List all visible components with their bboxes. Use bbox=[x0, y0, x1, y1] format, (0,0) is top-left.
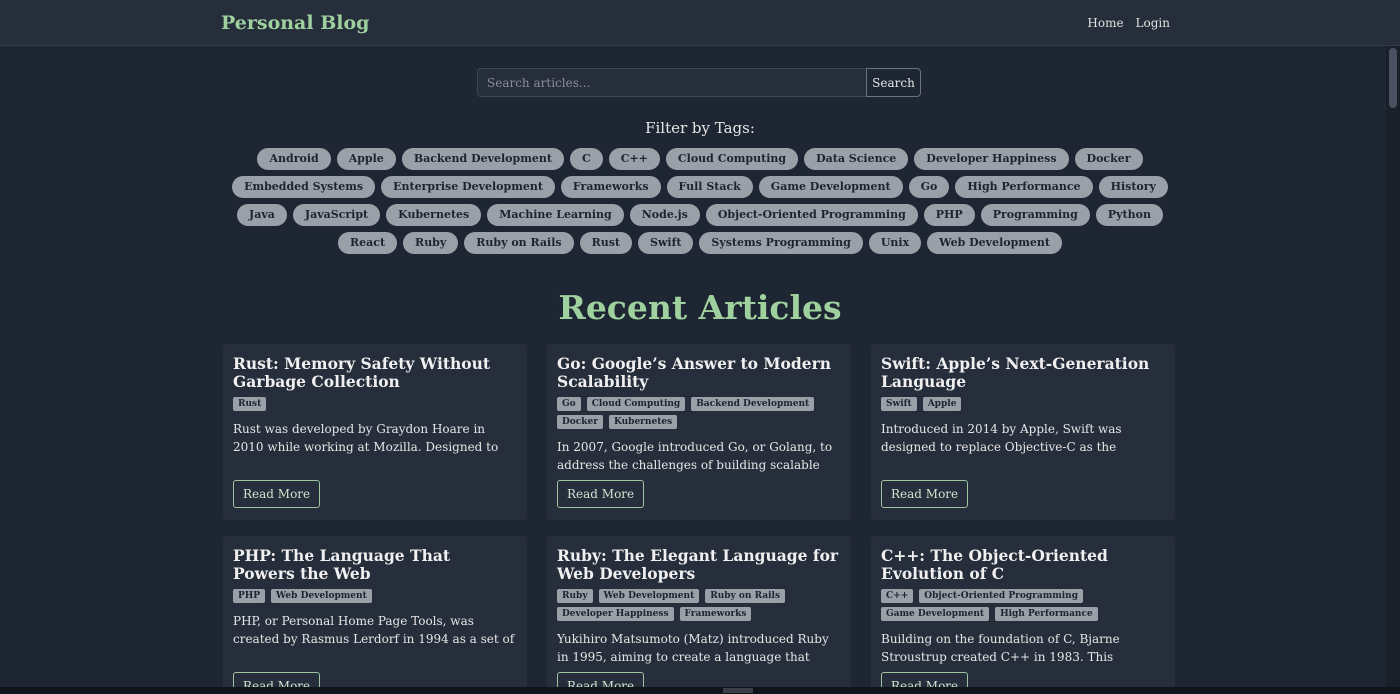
article-card: Ruby: The Elegant Language for Web Devel… bbox=[547, 536, 851, 694]
article-tag[interactable]: Object-Oriented Programming bbox=[919, 589, 1083, 603]
tag-filter-pill[interactable]: Node.js bbox=[629, 204, 700, 226]
tag-filter-pill[interactable]: JavaScript bbox=[292, 204, 381, 226]
article-tag[interactable]: Frameworks bbox=[679, 607, 752, 621]
article-excerpt: Introduced in 2014 by Apple, Swift was d… bbox=[881, 422, 1122, 454]
tag-filter-pill[interactable]: High Performance bbox=[955, 176, 1093, 198]
article-tag[interactable]: Kubernetes bbox=[609, 415, 678, 429]
article-tag[interactable]: Go bbox=[557, 397, 581, 411]
article-tag[interactable]: Web Development bbox=[271, 589, 372, 603]
article-tag[interactable]: Developer Happiness bbox=[557, 607, 674, 621]
tag-filter-pill[interactable]: Android bbox=[257, 148, 331, 170]
tag-filter-list: Android Apple Backend Development C C++ Cloud… bbox=[220, 148, 1180, 254]
horizontal-scrollbar[interactable] bbox=[0, 687, 1400, 694]
vertical-scrollbar[interactable] bbox=[1386, 46, 1400, 687]
tag-filter-pill[interactable]: Unix bbox=[868, 232, 922, 254]
article-title[interactable]: C++: The Object-Oriented Evolution of C bbox=[881, 547, 1165, 583]
tag-filter-pill[interactable]: Go bbox=[908, 176, 950, 198]
tag-filter-pill[interactable]: C bbox=[569, 148, 603, 170]
filter-title: Filter by Tags: bbox=[645, 119, 755, 137]
article-tag[interactable]: Cloud Computing bbox=[586, 397, 686, 411]
article-tag[interactable]: Swift bbox=[881, 397, 917, 411]
tag-filter-pill[interactable]: Apple bbox=[336, 148, 396, 170]
article-tags: Go Cloud Computing Backend Development Dock… bbox=[557, 397, 841, 429]
scrollbar-thumb[interactable] bbox=[1389, 48, 1397, 108]
tag-filter-pill[interactable]: Object-Oriented Programming bbox=[705, 204, 918, 226]
article-tag[interactable]: Rust bbox=[233, 397, 267, 411]
nav-login-link[interactable]: Login bbox=[1136, 16, 1170, 30]
tag-filter-pill[interactable]: PHP bbox=[923, 204, 975, 226]
tag-filter-pill[interactable]: Machine Learning bbox=[487, 204, 624, 226]
article-card: Rust: Memory Safety Without Garbage Coll… bbox=[223, 344, 527, 520]
tag-filter-pill[interactable]: Programming bbox=[980, 204, 1090, 226]
tag-filter-pill[interactable]: History bbox=[1098, 176, 1168, 198]
article-excerpt: Building on the foundation of C, Bjarne … bbox=[881, 632, 1120, 664]
tag-filter-pill[interactable]: Full Stack bbox=[666, 176, 753, 198]
tag-filter-pill[interactable]: Rust bbox=[579, 232, 632, 254]
article-card: Go: Google’s Answer to Modern Scalabilit… bbox=[547, 344, 851, 520]
tag-filter-pill[interactable]: Swift bbox=[638, 232, 694, 254]
tag-filter-pill[interactable]: Docker bbox=[1074, 148, 1143, 170]
article-tag[interactable]: High Performance bbox=[995, 607, 1098, 621]
tag-filter-pill[interactable]: Web Development bbox=[927, 232, 1062, 254]
article-excerpt: Yukihiro Matsumoto (Matz) introduced Rub… bbox=[557, 632, 829, 664]
article-tag[interactable]: C++ bbox=[881, 589, 914, 603]
navbar: Personal Blog Home Login bbox=[0, 0, 1400, 46]
article-tags: C++ Object-Oriented Programming Game Devel… bbox=[881, 589, 1165, 621]
article-tag[interactable]: Game Development bbox=[881, 607, 990, 621]
read-more-button[interactable]: Read More bbox=[881, 480, 969, 508]
article-tags: Swift Apple bbox=[881, 397, 1165, 411]
article-excerpt: Rust was developed by Graydon Hoare in 2… bbox=[233, 422, 499, 454]
section-title: Recent Articles bbox=[558, 288, 842, 327]
article-title[interactable]: Rust: Memory Safety Without Garbage Coll… bbox=[233, 355, 517, 391]
article-title[interactable]: Swift: Apple’s Next-Generation Language bbox=[881, 355, 1165, 391]
article-card: Swift: Apple’s Next-Generation Language S… bbox=[871, 344, 1175, 520]
article-card: PHP: The Language That Powers the Web PHP… bbox=[223, 536, 527, 694]
article-tag[interactable]: Ruby on Rails bbox=[705, 589, 786, 603]
read-more-button[interactable]: Read More bbox=[557, 480, 645, 508]
nav-home-link[interactable]: Home bbox=[1087, 16, 1123, 30]
article-tags: Ruby Web Development Ruby on Rails Develope… bbox=[557, 589, 841, 621]
article-tag[interactable]: PHP bbox=[233, 589, 266, 603]
tag-filter-pill[interactable]: Embedded Systems bbox=[232, 176, 376, 198]
article-tag[interactable]: Apple bbox=[922, 397, 962, 411]
search-button[interactable]: Search bbox=[866, 68, 921, 97]
article-title[interactable]: Go: Google’s Answer to Modern Scalabilit… bbox=[557, 355, 841, 391]
tag-filter-pill[interactable]: Frameworks bbox=[560, 176, 661, 198]
tag-filter-pill[interactable]: Game Development bbox=[758, 176, 903, 198]
article-tag[interactable]: Web Development bbox=[598, 589, 700, 603]
brand-logo[interactable]: Personal Blog bbox=[221, 12, 369, 34]
tag-filter-pill[interactable]: Ruby bbox=[403, 232, 459, 254]
article-tag[interactable]: Docker bbox=[557, 415, 603, 429]
article-tag[interactable]: Ruby bbox=[557, 589, 593, 603]
article-title[interactable]: PHP: The Language That Powers the Web bbox=[233, 547, 517, 583]
article-card: C++: The Object-Oriented Evolution of C C… bbox=[871, 536, 1175, 694]
horizontal-scrollbar-thumb[interactable] bbox=[723, 688, 753, 693]
search-input[interactable] bbox=[477, 68, 866, 97]
tag-filter-pill[interactable]: Systems Programming bbox=[699, 232, 863, 254]
article-grid: Rust: Memory Safety Without Garbage Coll… bbox=[223, 344, 1175, 694]
article-title[interactable]: Ruby: The Elegant Language for Web Devel… bbox=[557, 547, 841, 583]
tag-filter-pill[interactable]: Java bbox=[237, 204, 287, 226]
tag-filter-pill[interactable]: React bbox=[338, 232, 398, 254]
tag-filter-pill[interactable]: C++ bbox=[608, 148, 660, 170]
tag-filter-pill[interactable]: Data Science bbox=[804, 148, 909, 170]
article-tags: PHP Web Development bbox=[233, 589, 517, 603]
article-tag[interactable]: Backend Development bbox=[691, 397, 815, 411]
tag-filter-pill[interactable]: Enterprise Development bbox=[381, 176, 555, 198]
tag-filter-pill[interactable]: Python bbox=[1095, 204, 1163, 226]
tag-filter-pill[interactable]: Cloud Computing bbox=[665, 148, 799, 170]
tag-filter-pill[interactable]: Developer Happiness bbox=[914, 148, 1069, 170]
search-form: Search bbox=[477, 68, 921, 97]
tag-filter-pill[interactable]: Backend Development bbox=[401, 148, 564, 170]
article-excerpt: In 2007, Google introduced Go, or Golang… bbox=[557, 440, 833, 472]
read-more-button[interactable]: Read More bbox=[233, 480, 321, 508]
tag-filter-pill[interactable]: Ruby on Rails bbox=[464, 232, 574, 254]
article-tags: Rust bbox=[233, 397, 517, 411]
article-excerpt: PHP, or Personal Home Page Tools, was cr… bbox=[233, 614, 515, 646]
tag-filter-pill[interactable]: Kubernetes bbox=[386, 204, 482, 226]
nav-links: Home Login bbox=[1087, 16, 1170, 30]
